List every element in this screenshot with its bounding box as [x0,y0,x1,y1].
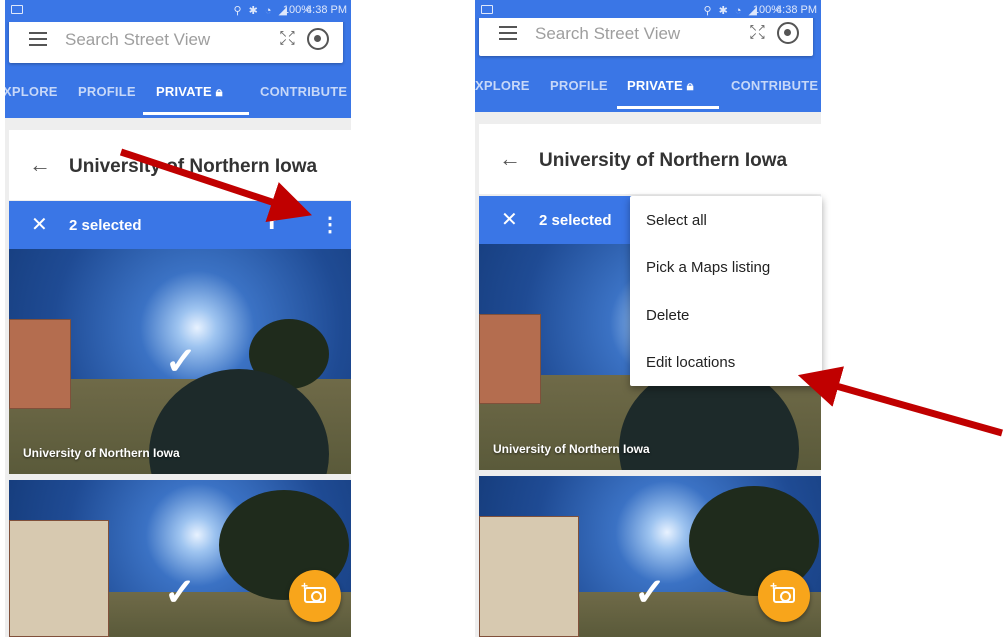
annotation-arrow-edit-locations [797,366,1003,437]
annotation-arrow-more [119,148,312,223]
annotation-arrows [119,148,1003,437]
